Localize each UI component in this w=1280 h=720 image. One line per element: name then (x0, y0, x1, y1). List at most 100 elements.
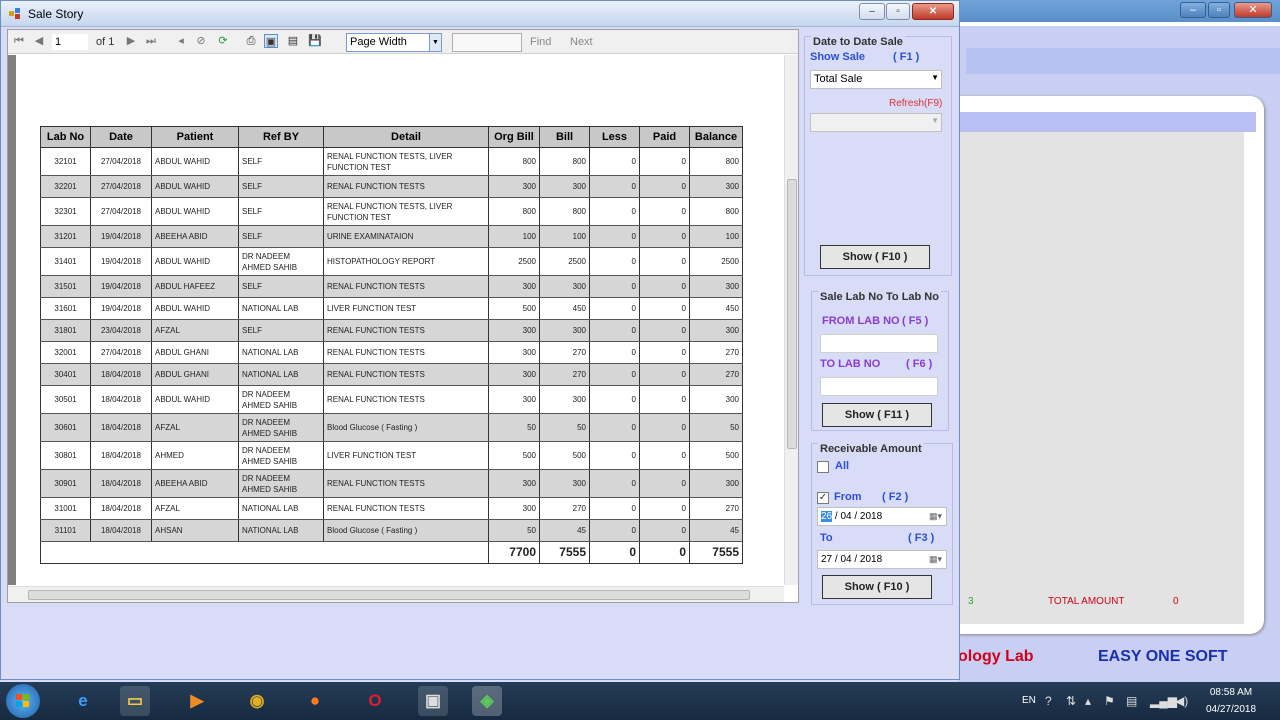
page-number-input[interactable] (52, 34, 88, 50)
chrome-icon[interactable]: ◉ (242, 686, 272, 716)
find-button[interactable]: Find (530, 36, 551, 48)
next-page-icon[interactable]: ▶ (124, 34, 138, 48)
cell-ref-by: NATIONAL LAB (238, 363, 324, 386)
print-icon[interactable]: ⎙ (244, 34, 258, 48)
media-player-icon[interactable]: ▶ (182, 686, 212, 716)
flag-icon[interactable]: ⚑ (1104, 694, 1115, 708)
cell-less: 0 (589, 175, 640, 198)
clock-time[interactable]: 08:58 AM (1196, 687, 1266, 698)
cell-paid: 0 (639, 247, 690, 276)
cell-ref-by: NATIONAL LAB (238, 519, 324, 542)
refresh-icon[interactable]: ⟳ (216, 34, 230, 48)
cell-date: 19/04/2018 (90, 297, 152, 320)
bg-total-value: 0 (1173, 596, 1179, 607)
vertical-scroll-thumb[interactable] (787, 179, 797, 449)
total-org-bill: 7700 (488, 541, 540, 564)
all-checkbox[interactable] (817, 461, 829, 473)
maximize-button[interactable]: ▫ (886, 3, 910, 20)
help-icon[interactable]: ? (1045, 694, 1052, 708)
cell-paid: 0 (639, 175, 690, 198)
total-paid: 0 (639, 541, 690, 564)
cell-org-bill: 300 (488, 469, 540, 498)
app-window-icon[interactable]: ▣ (418, 686, 448, 716)
calendar-icon[interactable]: ▦▾ (929, 511, 942, 522)
to-lab-no-input[interactable] (820, 377, 938, 396)
from-checkbox[interactable]: ✓ (817, 492, 829, 504)
previous-page-icon[interactable]: ◀ (32, 34, 46, 48)
table-header-row: Lab No Date Patient Ref BY Detail Org Bill Bil… (40, 126, 743, 148)
internet-explorer-icon[interactable]: e (68, 686, 98, 716)
firefox-icon[interactable]: ● (300, 686, 330, 716)
horizontal-scrollbar[interactable] (8, 586, 784, 602)
first-page-icon[interactable]: ⏮ (12, 34, 26, 48)
stop-icon[interactable]: ⊘ (194, 34, 208, 48)
find-input[interactable] (452, 33, 522, 52)
column-header-paid: Paid (639, 126, 690, 148)
cell-balance: 500 (689, 441, 743, 470)
cell-date: 19/04/2018 (90, 247, 152, 276)
cell-detail: RENAL FUNCTION TESTS (323, 385, 489, 414)
start-button[interactable] (6, 684, 40, 718)
language-indicator[interactable]: EN (1022, 695, 1036, 706)
cell-lab-no: 31101 (40, 519, 91, 542)
bg-maximize-button[interactable]: ▫ (1208, 2, 1230, 18)
table-body: 32101 27/04/2018 ABDUL WAHID SELF RENAL FUNC… (40, 147, 743, 564)
cell-ref-by: SELF (238, 275, 324, 298)
from-date-picker[interactable]: 26 / 04 / 2018 ▦▾ (817, 507, 947, 526)
bg-close-button[interactable]: ✕ (1234, 2, 1272, 18)
secondary-select[interactable]: ▼ (810, 113, 942, 132)
show-lab-no-button[interactable]: Show ( F11 ) (822, 403, 932, 427)
volume-icon[interactable]: ◀) (1175, 694, 1188, 708)
zoom-select[interactable]: Page Width ▼ (346, 33, 442, 52)
show-hidden-icon[interactable]: ▴ (1085, 694, 1091, 708)
horizontal-scroll-thumb[interactable] (28, 590, 750, 600)
refresh-label[interactable]: Refresh(F9) (889, 98, 942, 109)
report-page: Lab No Date Patient Ref BY Detail Org Bill Bil… (8, 55, 784, 585)
to-date-picker[interactable]: 27 / 04 / 2018 ▦▾ (817, 550, 947, 569)
cell-less: 0 (589, 275, 640, 298)
from-lab-no-input[interactable] (820, 334, 938, 353)
cell-ref-by: NATIONAL LAB (238, 297, 324, 320)
bg-minimize-button[interactable]: – (1180, 2, 1206, 18)
cell-org-bill: 500 (488, 441, 540, 470)
cell-less: 0 (589, 247, 640, 276)
table-row: 30801 18/04/2018 AHMED DR NADEEM AHMED SAHI… (40, 441, 743, 470)
show-date-sale-button[interactable]: Show ( F10 ) (820, 245, 930, 269)
background-titlebar: – ▫ ✕ (958, 0, 1280, 22)
clock-date[interactable]: 04/27/2018 (1196, 704, 1266, 715)
last-page-icon[interactable]: ⏭ (144, 34, 158, 48)
receivable-title: Receivable Amount (818, 443, 924, 455)
to-label: To (820, 532, 833, 544)
cell-lab-no: 30901 (40, 469, 91, 498)
opera-icon[interactable]: O (360, 686, 390, 716)
cell-bill: 270 (539, 363, 590, 386)
file-explorer-icon[interactable]: ▭ (120, 686, 150, 716)
show-sale-select[interactable]: Total Sale ▼ (810, 70, 942, 89)
find-next-button[interactable]: Next (570, 36, 593, 48)
cell-paid: 0 (639, 469, 690, 498)
cell-org-bill: 300 (488, 175, 540, 198)
cell-date: 27/04/2018 (90, 147, 152, 176)
print-layout-icon[interactable]: ▣ (264, 34, 278, 48)
page-setup-icon[interactable]: ▤ (286, 34, 300, 48)
cell-less: 0 (589, 441, 640, 470)
cell-ref-by: NATIONAL LAB (238, 341, 324, 364)
show-receivable-button[interactable]: Show ( F10 ) (822, 575, 932, 599)
active-app-icon[interactable]: ◈ (472, 686, 502, 716)
close-button[interactable]: ✕ (912, 3, 954, 20)
export-icon[interactable]: 💾 (308, 34, 322, 48)
calendar-icon[interactable]: ▦▾ (929, 554, 942, 565)
back-icon[interactable]: ◂ (174, 34, 188, 48)
cell-detail: LIVER FUNCTION TEST (323, 297, 489, 320)
cell-lab-no: 32301 (40, 197, 91, 226)
cell-date: 23/04/2018 (90, 319, 152, 342)
minimize-button[interactable]: – (859, 3, 885, 20)
cell-org-bill: 300 (488, 497, 540, 520)
cell-date: 18/04/2018 (90, 363, 152, 386)
vertical-scrollbar[interactable] (784, 55, 798, 585)
cell-balance: 270 (689, 363, 743, 386)
signal-icon[interactable]: ▂▄▆ (1150, 694, 1177, 708)
device-icon[interactable]: ▤ (1126, 694, 1137, 708)
sales-table: Lab No Date Patient Ref BY Detail Org Bill Bil… (40, 126, 743, 564)
network-icon[interactable]: ⇅ (1066, 694, 1076, 708)
